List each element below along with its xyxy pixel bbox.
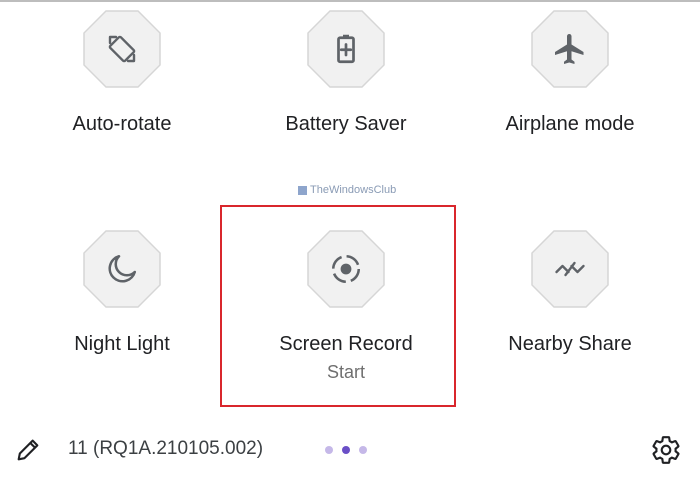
tile-auto-rotate[interactable]: Auto-rotate xyxy=(12,10,232,170)
tile-airplane-mode[interactable]: Airplane mode xyxy=(460,10,680,170)
screen-record-highlight xyxy=(220,205,456,407)
tile-night-light[interactable]: Night Light xyxy=(12,230,232,390)
build-number[interactable]: 11 (RQ1A.210105.002) xyxy=(68,438,263,460)
tile-nearby-share-label: Nearby Share xyxy=(508,333,632,355)
battery-saver-icon xyxy=(337,34,355,64)
tile-battery-saver-button[interactable] xyxy=(307,10,385,88)
tile-airplane-mode-label: Airplane mode xyxy=(505,113,635,135)
tile-auto-rotate-button[interactable] xyxy=(83,10,161,88)
watermark-logo-icon xyxy=(298,185,307,195)
nearby-share-icon xyxy=(555,261,585,277)
tile-nearby-share-button[interactable] xyxy=(531,230,609,308)
tile-battery-saver[interactable]: Battery Saver xyxy=(236,10,456,170)
page-indicator xyxy=(325,446,367,454)
page-dot-2-active[interactable] xyxy=(342,446,350,454)
tile-battery-saver-label: Battery Saver xyxy=(285,113,407,135)
page-dot-1[interactable] xyxy=(325,446,333,454)
tile-night-light-label: Night Light xyxy=(74,333,170,355)
tile-night-light-button[interactable] xyxy=(83,230,161,308)
tile-airplane-mode-button[interactable] xyxy=(531,10,609,88)
watermark: TheWindowsClub xyxy=(298,184,396,196)
tile-nearby-share[interactable]: Nearby Share xyxy=(460,230,680,390)
settings-gear-icon[interactable] xyxy=(650,434,682,466)
watermark-text: TheWindowsClub xyxy=(310,184,397,196)
tile-auto-rotate-label: Auto-rotate xyxy=(72,113,172,135)
rotate-icon xyxy=(108,35,136,63)
edit-pencil-icon[interactable] xyxy=(14,436,42,464)
page-dot-3[interactable] xyxy=(359,446,367,454)
airplane-icon xyxy=(555,34,584,64)
moon-icon xyxy=(108,254,137,283)
top-divider xyxy=(0,0,700,2)
